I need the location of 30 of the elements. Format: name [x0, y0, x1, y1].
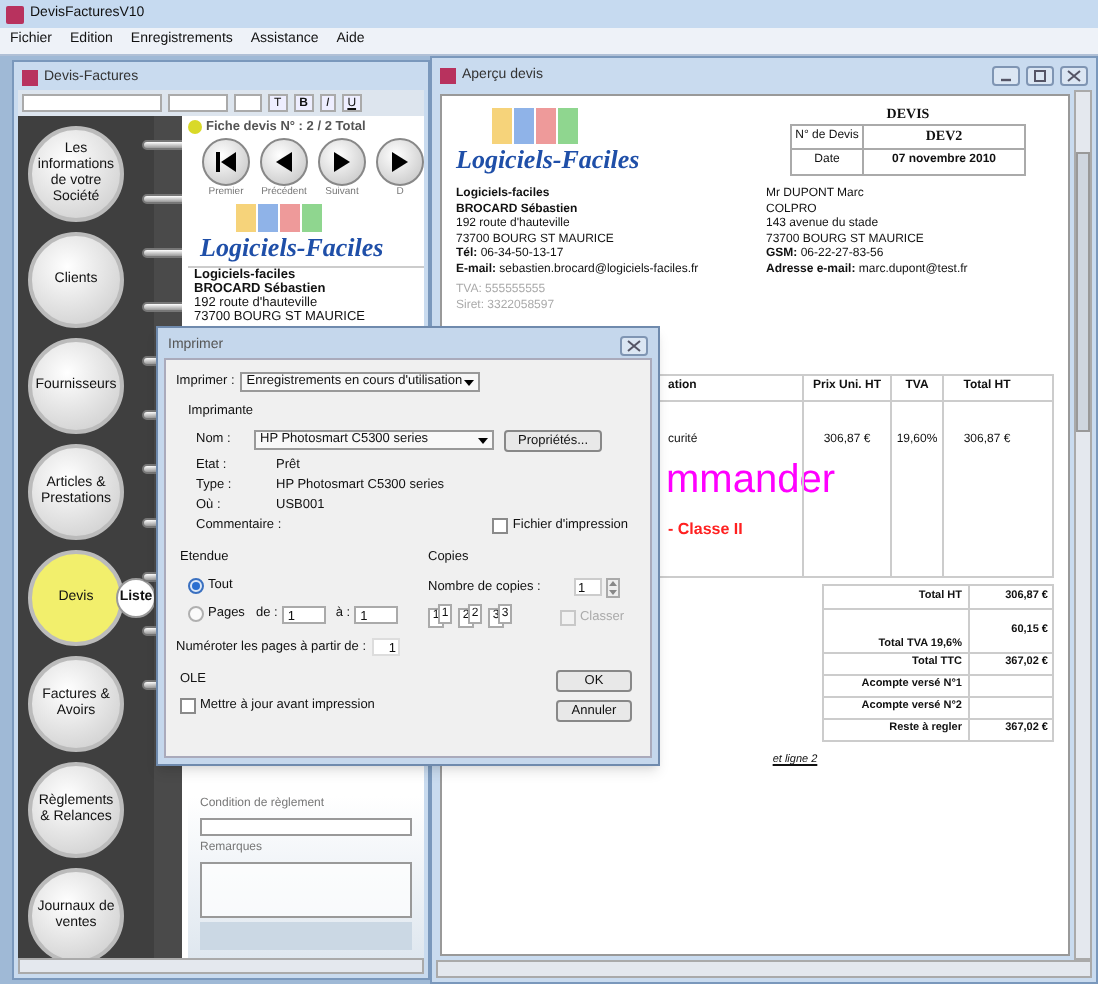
spinner-icon[interactable]	[606, 577, 620, 597]
close-icon[interactable]	[620, 336, 648, 356]
radio-button[interactable]	[188, 606, 204, 622]
vertical-scrollbar[interactable]	[1074, 90, 1092, 960]
next-icon	[388, 150, 412, 174]
next-icon	[330, 150, 354, 174]
previous-icon	[272, 150, 296, 174]
close-icon[interactable]	[1060, 66, 1088, 86]
radio-button[interactable]	[188, 578, 204, 594]
company-logo: Logiciels-Faciles	[200, 203, 408, 263]
caret-icon	[464, 379, 475, 385]
class-text: - Classe II	[668, 520, 743, 540]
remarks-field[interactable]	[200, 862, 412, 918]
caret-icon	[478, 437, 488, 444]
print-to-file-checkbox[interactable]	[492, 517, 509, 534]
first-record-icon	[214, 150, 238, 174]
window-icon	[22, 70, 38, 86]
maximize-icon[interactable]	[1026, 66, 1054, 86]
size-dropdown[interactable]	[168, 94, 228, 112]
window-icon	[440, 68, 456, 84]
minimize-icon[interactable]	[992, 66, 1020, 86]
app-icon	[6, 5, 24, 23]
color-dropdown[interactable]	[234, 94, 262, 112]
font-dropdown[interactable]	[22, 94, 162, 112]
highlight-text: mmander	[664, 456, 837, 504]
payment-terms-field[interactable]	[200, 818, 412, 836]
company-logo: Logiciels-Faciles	[456, 108, 656, 176]
scroll-thumb[interactable]	[1076, 152, 1090, 432]
horizontal-scrollbar[interactable]	[18, 958, 424, 974]
update-checkbox[interactable]	[180, 697, 196, 714]
